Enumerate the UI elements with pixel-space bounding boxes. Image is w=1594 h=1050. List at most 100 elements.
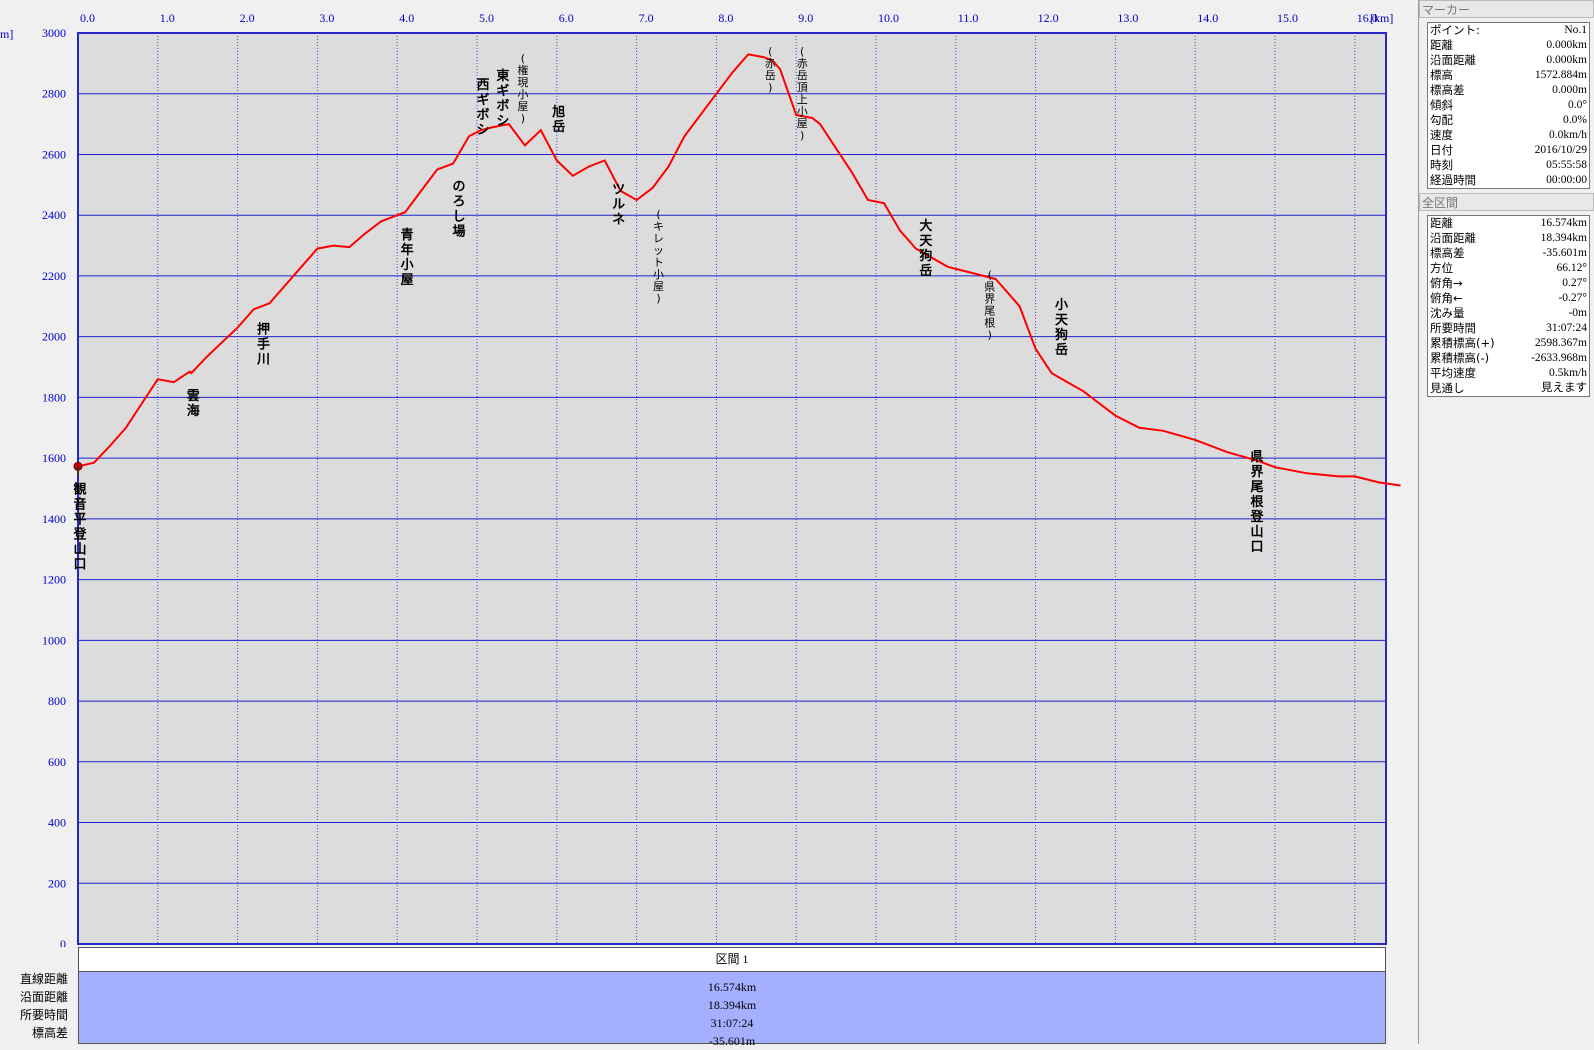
overall-row: 沈み量 -0m <box>1428 306 1589 321</box>
marker-row: 日付 2016/10/29 <box>1428 143 1589 158</box>
overall-value: -2633.968m <box>1531 352 1587 364</box>
marker-row: 傾斜 0.0° <box>1428 98 1589 113</box>
overall-row: 所要時間 31:07:24 <box>1428 321 1589 336</box>
y-tick-label: 2200 <box>42 269 66 283</box>
x-tick-label: 1.0 <box>160 11 175 25</box>
overall-label: 俯角→ <box>1430 276 1463 290</box>
overall-label: 距離 <box>1430 216 1453 230</box>
overall-label: 沿面距離 <box>1430 231 1476 245</box>
marker-label: 標高差 <box>1430 83 1465 97</box>
value-surface-distance: 18.394km <box>707 998 757 1012</box>
marker-value: 0.0% <box>1563 114 1587 126</box>
value-direct-distance: 16.574km <box>707 980 757 994</box>
peak-label: 青年小屋 <box>401 227 414 288</box>
overall-row: 沿面距離 18.394km <box>1428 231 1589 246</box>
peak-label: のろし場 <box>453 180 466 240</box>
y-tick-label: 0 <box>60 937 66 947</box>
overall-row: 累積標高(-) -2633.968m <box>1428 351 1589 366</box>
y-tick-label: 200 <box>48 876 66 890</box>
label-elevation-diff: 標高差 <box>31 1026 68 1040</box>
marker-label: 速度 <box>1430 128 1453 142</box>
peak-label: 大天狗岳 <box>919 218 933 279</box>
overall-label: 沈み量 <box>1430 306 1465 320</box>
marker-row: 沿面距離 0.000km <box>1428 53 1589 68</box>
marker-row: 標高差 0.000m <box>1428 83 1589 98</box>
y-tick-label: 600 <box>48 755 66 769</box>
peak-label: ツルネ <box>612 183 625 228</box>
x-tick-label: 6.0 <box>559 11 574 25</box>
label-direct-distance: 直線距離 <box>19 972 68 986</box>
overall-value: 2598.367m <box>1534 337 1587 349</box>
x-tick-label: 0.0 <box>80 11 95 25</box>
segment-panel[interactable]: 区間 1 16.574km 18.394km 31:07:24 -35.601m <box>78 947 1386 1048</box>
overall-row: 俯角← -0.27° <box>1428 291 1589 306</box>
overall-value: 16.574km <box>1540 217 1587 229</box>
peak-label: 小天狗岳 <box>1055 298 1069 358</box>
x-tick-label: 8.0 <box>718 11 733 25</box>
marker-row: 標高 1572.884m <box>1428 68 1589 83</box>
y-tick-label: 2000 <box>42 330 66 344</box>
overall-value: 18.394km <box>1540 232 1587 244</box>
x-tick-label: 13.0 <box>1117 11 1138 25</box>
marker-label: 勾配 <box>1430 113 1453 127</box>
marker-value: 0.0km/h <box>1548 129 1587 141</box>
marker-row: 速度 0.0km/h <box>1428 128 1589 143</box>
bottom-labels: 直線距離 沿面距離 所要時間 標高差 <box>4 970 68 1042</box>
segment-body: 16.574km 18.394km 31:07:24 -35.601m <box>78 972 1386 1048</box>
peak-label: 西ギボシ <box>476 78 489 138</box>
peak-label: 雲海 <box>187 388 200 419</box>
marker-value: 0.000km <box>1546 39 1587 51</box>
peak-label: (キレット小屋) <box>653 208 664 305</box>
marker-label: 沿面距離 <box>1430 53 1476 67</box>
y-tick-label: 2400 <box>42 208 66 222</box>
y-tick-label: 1600 <box>42 451 66 465</box>
value-elevation-diff: -35.601m <box>708 1034 756 1048</box>
overall-row: 距離 16.574km <box>1428 216 1589 231</box>
elevation-chart: 0.0 1.0 2.0 3.0 4.0 5.0 6.0 7.0 8.0 9.0 10.0 11.0 12… <box>0 11 1401 947</box>
overall-value: 0.27° <box>1562 277 1587 289</box>
overall-label: 累積標高(+) <box>1430 336 1495 350</box>
peak-label: 旭岳 <box>551 104 565 135</box>
y-tick-label: 1200 <box>42 573 66 587</box>
overall-row: 俯角→ 0.27° <box>1428 276 1589 291</box>
x-tick-label: 7.0 <box>639 11 654 25</box>
segment-header[interactable]: 区間 1 <box>78 947 1386 972</box>
y-tick-label: 3000 <box>42 26 66 40</box>
overall-section-title: 全区間 <box>1419 193 1594 211</box>
marker-value: 1572.884m <box>1534 69 1587 81</box>
marker-section-title: マーカー <box>1419 0 1594 18</box>
overall-value: -0m <box>1568 307 1587 319</box>
overall-label: 方位 <box>1430 261 1453 275</box>
overall-value: 31:07:24 <box>1546 322 1587 334</box>
overall-label: 見通し <box>1430 381 1465 395</box>
overall-value: 66.12° <box>1556 262 1587 274</box>
marker-label: 距離 <box>1430 38 1453 52</box>
marker-value: 2016/10/29 <box>1534 144 1587 156</box>
y-tick-label: 2800 <box>42 87 66 101</box>
overall-label: 俯角← <box>1430 291 1463 305</box>
marker-value: 05:55:58 <box>1546 159 1587 171</box>
x-tick-label: 11.0 <box>958 11 979 25</box>
value-duration: 31:07:24 <box>710 1016 754 1030</box>
marker-row: 時刻 05:55:58 <box>1428 158 1589 173</box>
x-tick-label: 10.0 <box>878 11 899 25</box>
plot-area[interactable] <box>77 32 1387 945</box>
marker-label: 時刻 <box>1430 158 1453 172</box>
overall-value: 見えます <box>1541 382 1587 394</box>
x-tick-label: 4.0 <box>399 11 414 25</box>
marker-label: ポイント: <box>1430 23 1480 37</box>
x-tick-label: 3.0 <box>319 11 334 25</box>
marker-row: ポイント: No.1 <box>1428 23 1589 38</box>
label-duration: 所要時間 <box>19 1008 68 1022</box>
y-tick-label: 400 <box>48 816 66 830</box>
y-tick-label: 1000 <box>42 633 66 647</box>
overall-row: 累積標高(+) 2598.367m <box>1428 336 1589 351</box>
x-tick-label: 2.0 <box>240 11 255 25</box>
marker-value: 00:00:00 <box>1546 174 1587 186</box>
marker-value: 0.000km <box>1546 54 1587 66</box>
overall-label: 標高差 <box>1430 246 1465 260</box>
x-tick-label: 12.0 <box>1038 11 1059 25</box>
overall-row: 方位 66.12° <box>1428 261 1589 276</box>
overall-row: 平均速度 0.5km/h <box>1428 366 1589 381</box>
marker-info-table: ポイント: No.1 距離 0.000km 沿面距離 0.000km 標高 1572.884m… <box>1427 22 1590 189</box>
